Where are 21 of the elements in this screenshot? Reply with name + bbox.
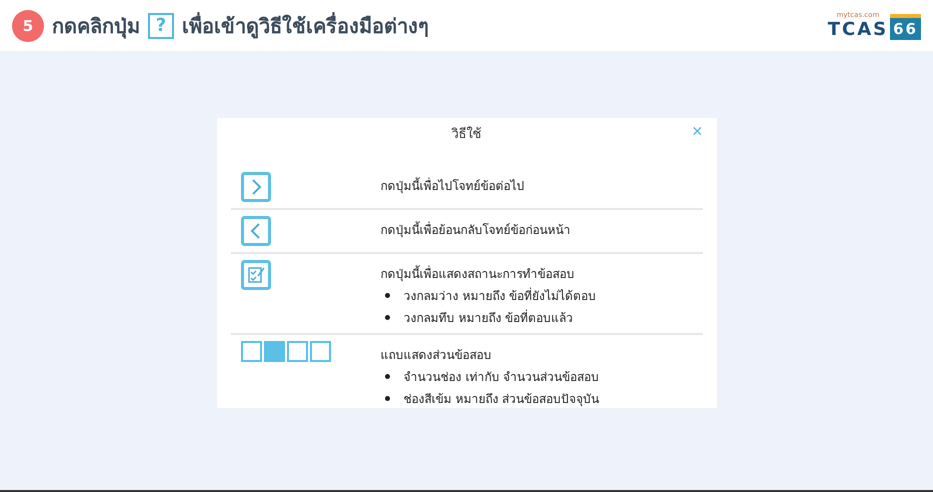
checklist-icon bbox=[240, 260, 270, 290]
description-text: กดปุ่มนี้เพื่อแสดงสถานะการทำข้อสอบ bbox=[380, 264, 576, 283]
title-text: เพื่อเข้าดูวิธีใช้เครื่องมือต่างๆ bbox=[182, 11, 429, 40]
bullet-text: วงกลมว่าง หมายถึง ข้อที่ยังไม่ได้ตอบ bbox=[404, 286, 596, 305]
description-text: แถบแสดงส่วนข้อสอบ bbox=[380, 347, 492, 364]
step-badge: 5 bbox=[12, 10, 44, 42]
close-button[interactable]: × bbox=[688, 121, 706, 142]
bullet-text: วงกลมทึบ หมายถึง ข้อที่ตอบแล้ว bbox=[404, 308, 574, 327]
description-text: กดปุ่มนี้เพื่อย้อนกลับโจทย์ข้อก่อนหน้า bbox=[380, 220, 570, 239]
bullet-icon bbox=[384, 396, 390, 401]
logo-book-icon: 66 bbox=[890, 14, 921, 40]
dialog-title: วิธีใช้ bbox=[452, 126, 482, 144]
title-text: กดคลิกปุ่ม bbox=[52, 12, 140, 41]
bullet-text: จำนวนช่อง เท่ากับ จำนวนส่วนข้อสอบ bbox=[404, 369, 600, 386]
help-key-icon: ? bbox=[148, 12, 174, 38]
description-text: กดปุ่มนี้เพื่อไปโจทย์ข้อต่อไป bbox=[380, 176, 524, 195]
bullet-icon bbox=[384, 315, 390, 320]
bullet-icon bbox=[384, 293, 390, 298]
bullet-text: ช่องสีเข้ม หมายถึง ส่วนข้อสอบปัจจุบัน bbox=[404, 391, 600, 408]
bullet-icon bbox=[384, 374, 390, 379]
logo-text: TCAS bbox=[828, 19, 888, 40]
